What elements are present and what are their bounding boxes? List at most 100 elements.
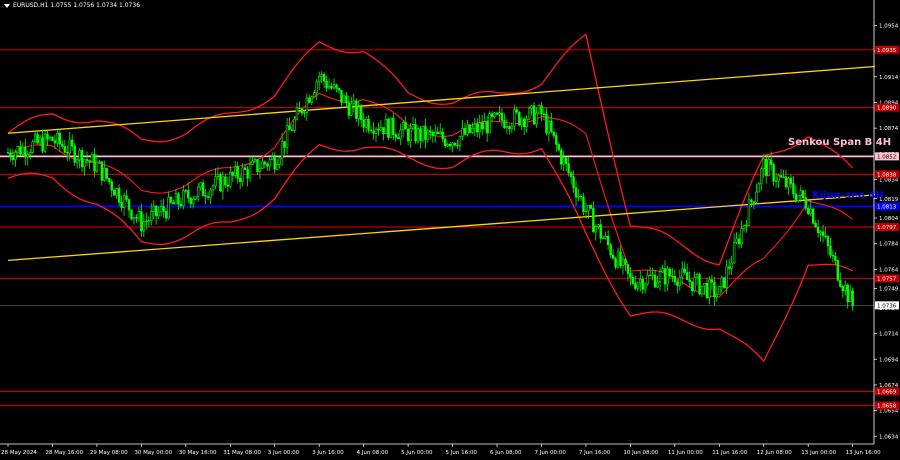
candle-body: [340, 89, 343, 103]
candle-body: [762, 158, 765, 170]
candle-body: [411, 124, 415, 129]
candle-body: [621, 258, 625, 267]
candle-body: [266, 163, 269, 167]
candle-body: [757, 183, 761, 193]
candle-body: [636, 282, 639, 289]
candle-body: [851, 290, 854, 307]
candle-body: [110, 181, 113, 191]
candle-body: [219, 174, 222, 192]
candle-body: [130, 209, 133, 220]
candle-body: [490, 113, 494, 117]
price-chart[interactable]: 1.09541.09341.09141.08941.08741.08541.08…: [0, 0, 900, 460]
candle-body: [53, 140, 57, 144]
candle-body: [115, 188, 118, 196]
candle-body: [448, 143, 452, 147]
candle-body: [525, 118, 528, 128]
price-tick-label: 1.0764: [879, 267, 899, 273]
candle-body: [616, 251, 620, 268]
candle-body: [169, 197, 173, 203]
candle-body: [742, 224, 746, 229]
candle-body: [844, 284, 847, 292]
level-price-label: 1.0669: [877, 389, 897, 395]
candle-body: [137, 211, 141, 219]
candle-body: [446, 143, 449, 147]
candle-body: [693, 277, 696, 292]
candle-body: [11, 156, 15, 161]
candle-body: [196, 186, 200, 197]
candle-body: [451, 142, 454, 147]
candle-body: [787, 178, 790, 188]
candle-body: [552, 131, 556, 136]
candle-body: [204, 195, 207, 197]
symbol-line: EURUSD,H1 1.0755 1.0756 1.0734 1.0736: [13, 2, 141, 9]
level-price-label: 1.0838: [877, 172, 897, 178]
candle-body: [564, 157, 568, 164]
time-tick-label: 7 Jun 16:00: [579, 450, 611, 456]
candle-body: [290, 129, 294, 131]
time-tick-label: 7 Jun 00:00: [534, 450, 566, 456]
candle-body: [453, 142, 457, 146]
candle-body: [537, 105, 541, 114]
candle-body: [639, 278, 642, 284]
candle-body: [325, 80, 328, 89]
candle-body: [631, 276, 635, 284]
candle-body: [243, 167, 247, 170]
candle-body: [401, 122, 405, 131]
candle-body: [152, 205, 155, 212]
candle-body: [841, 286, 844, 292]
candle-body: [345, 95, 348, 104]
candle-body: [135, 217, 138, 219]
candle-body: [221, 176, 225, 192]
candle-body: [765, 158, 768, 176]
candle-body: [685, 272, 689, 280]
candle-body: [273, 156, 276, 170]
price-tick-label: 1.0694: [879, 357, 899, 363]
candle-body: [720, 277, 723, 287]
candle-body: [308, 97, 311, 103]
candle-body: [387, 118, 390, 138]
price-tick-label: 1.0874: [879, 126, 899, 132]
candle-body: [666, 268, 669, 285]
candle-body: [485, 121, 489, 134]
candle-body: [253, 159, 257, 162]
candle-body: [154, 205, 158, 217]
candle-body: [695, 274, 699, 278]
candle-body: [562, 157, 565, 165]
candle-body: [540, 105, 543, 115]
candle-body: [725, 266, 728, 288]
candle-body: [510, 125, 514, 130]
candle-body: [678, 276, 681, 286]
candle-body: [182, 190, 185, 207]
candle-body: [367, 118, 370, 131]
candle-body: [668, 268, 672, 277]
candle-body: [784, 176, 788, 188]
candle-body: [105, 167, 108, 179]
time-tick-label: 12 Jun 08:00: [757, 450, 792, 456]
candle-body: [283, 141, 286, 148]
candle-body: [261, 161, 264, 169]
candle-body: [713, 281, 716, 298]
candle-body: [429, 130, 432, 133]
candle-body: [231, 171, 234, 176]
candle-body: [629, 273, 632, 278]
candle-body: [769, 159, 773, 165]
time-tick-label: 3 Jun 16:00: [312, 450, 344, 456]
candle-body: [488, 113, 491, 134]
candle-body: [310, 96, 313, 103]
candle-body: [431, 131, 435, 136]
candle-body: [530, 105, 533, 109]
candle-body: [293, 118, 296, 131]
candle-body: [681, 268, 684, 278]
candle-body: [29, 152, 32, 155]
candle-body: [33, 134, 37, 143]
dropdown-triangle-icon[interactable]: [4, 3, 10, 8]
candle-body: [604, 235, 607, 239]
candle-body: [224, 176, 227, 186]
candle-body: [755, 191, 758, 203]
candle-body: [258, 168, 262, 173]
level-price-label: 1.0890: [877, 106, 897, 112]
candle-body: [515, 109, 518, 113]
candle-body: [804, 197, 807, 209]
candle-body: [122, 195, 126, 208]
candle-body: [26, 154, 29, 158]
